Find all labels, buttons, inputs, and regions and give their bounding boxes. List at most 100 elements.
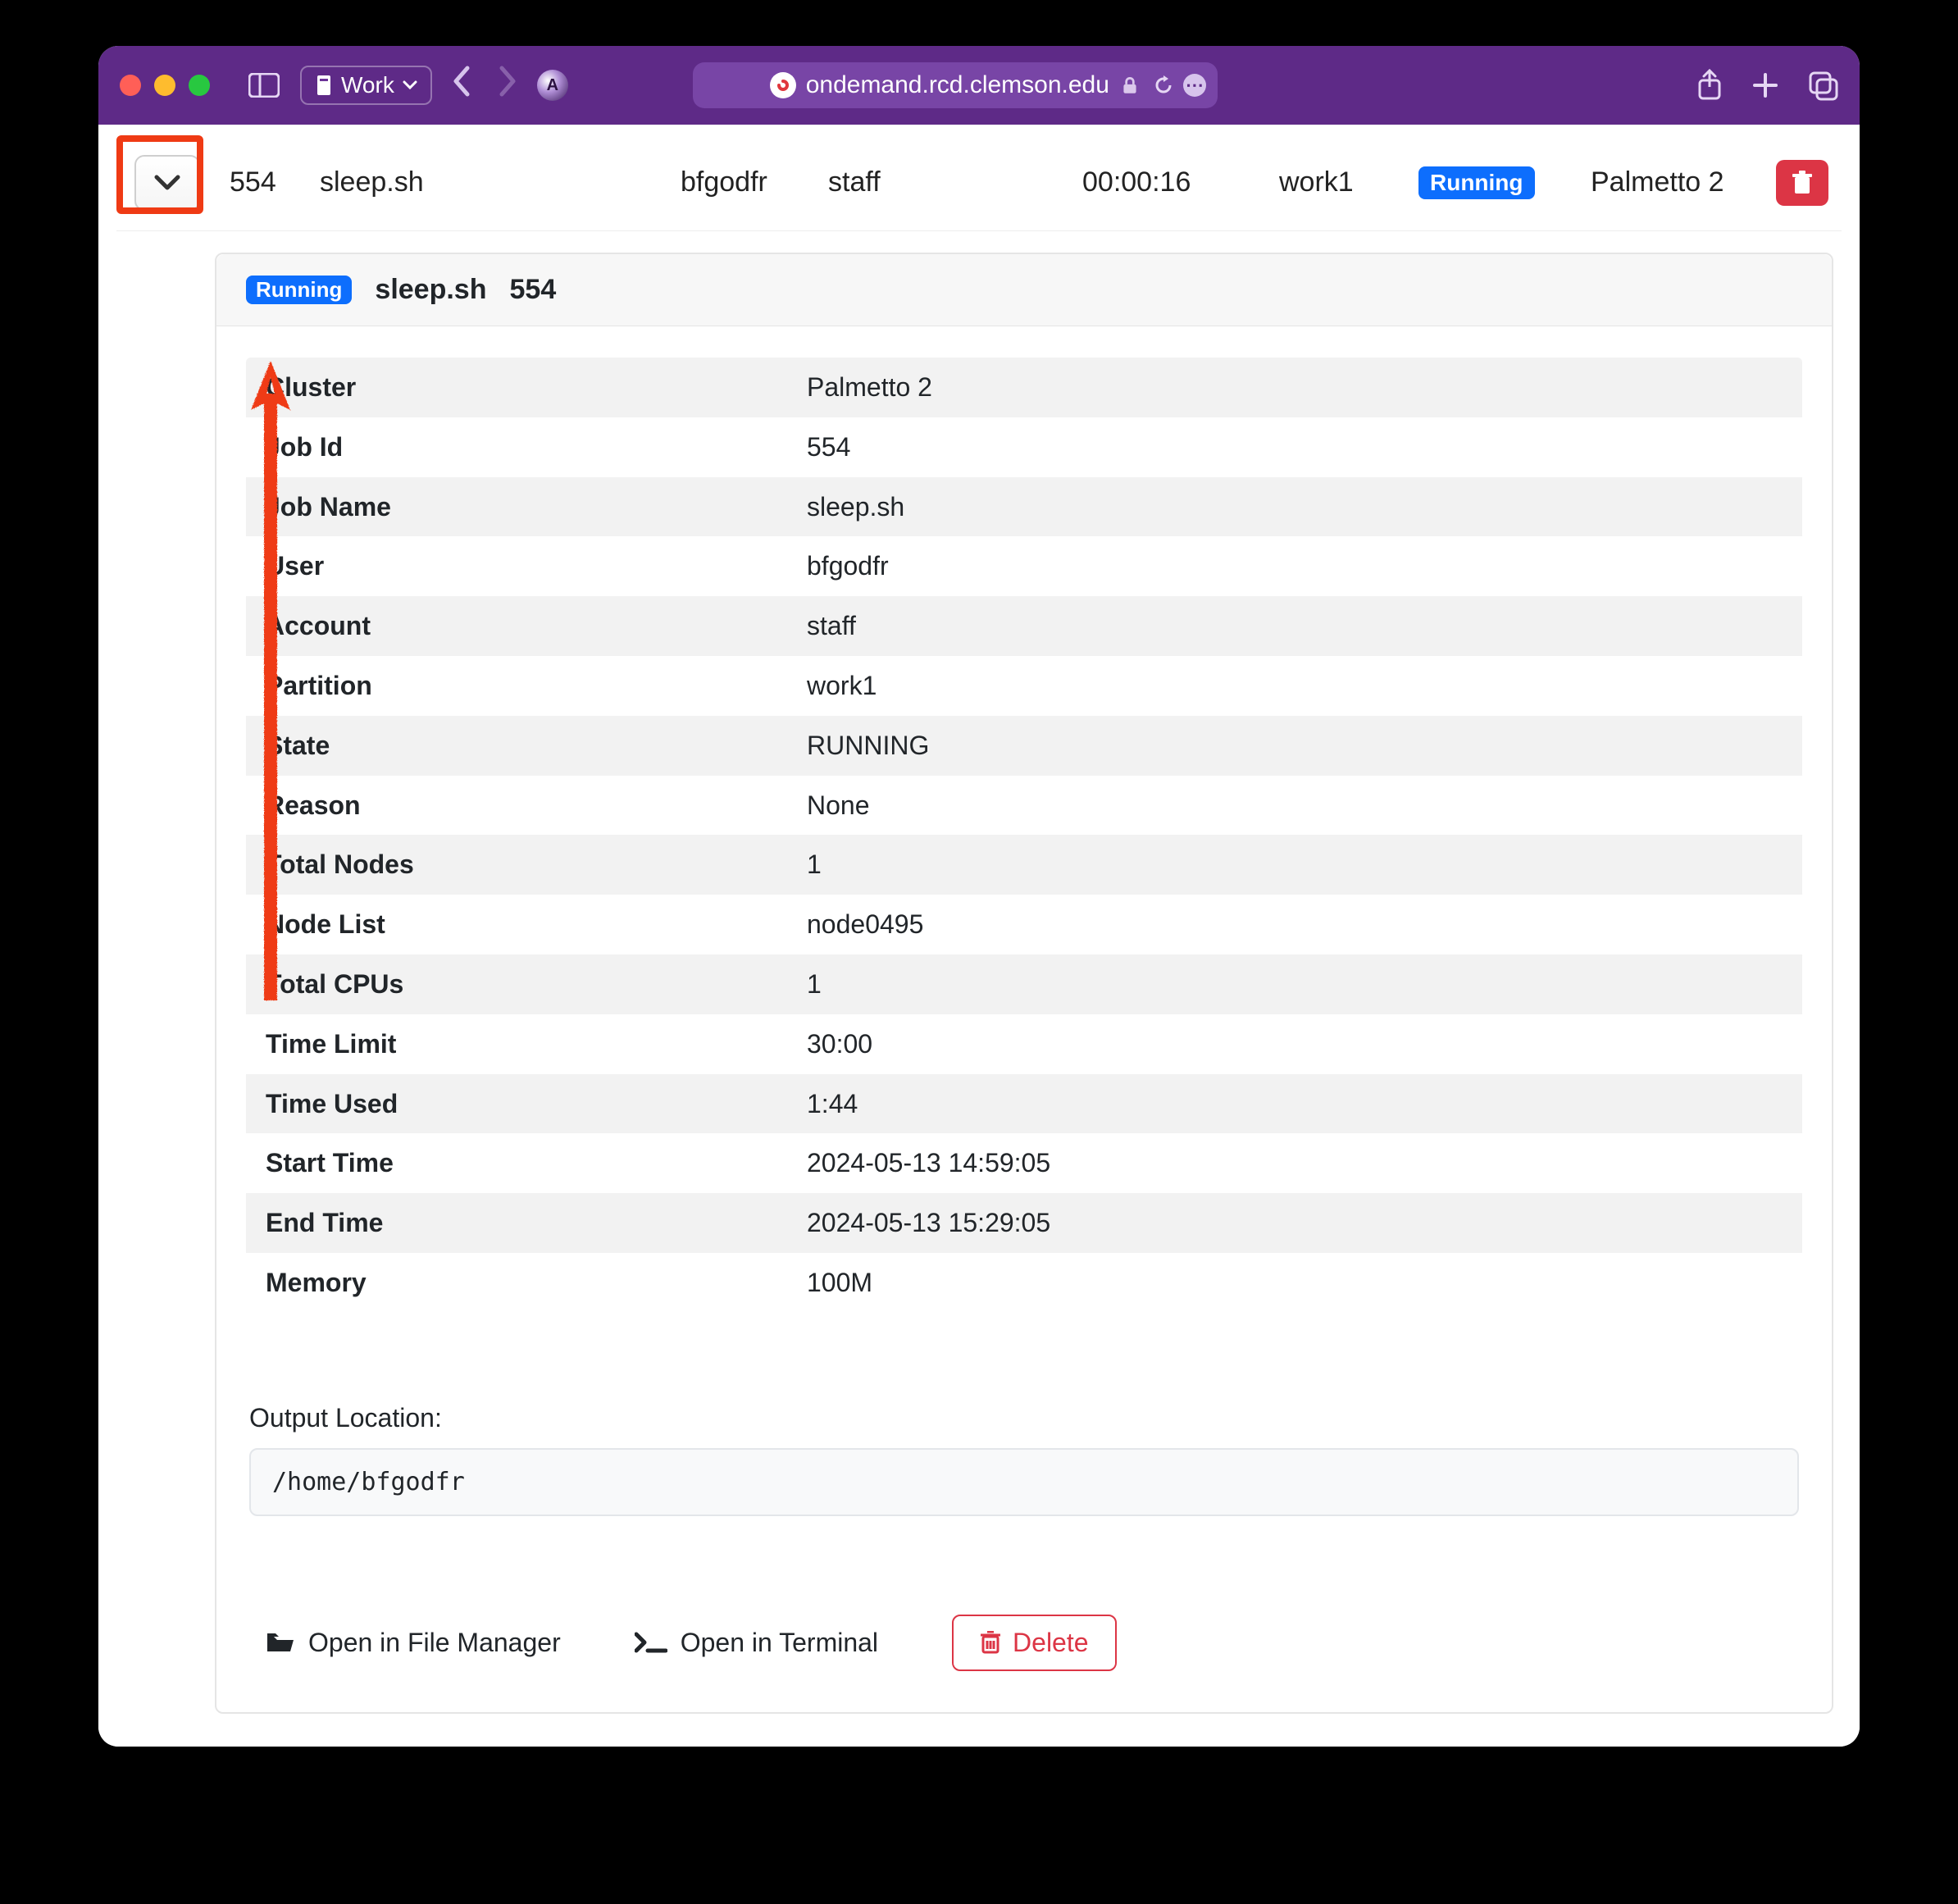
job-row: 554 sleep.sh bfgodfr staff 00:00:16 work… (116, 134, 1842, 231)
attr-value: None (787, 776, 1802, 836)
table-row: Total CPUs1 (246, 954, 1802, 1014)
attr-key: Reason (246, 776, 787, 836)
attr-value: sleep.sh (787, 477, 1802, 537)
output-location-label: Output Location: (249, 1403, 1799, 1433)
delete-job-button[interactable] (1776, 160, 1828, 206)
attr-key: State (246, 716, 787, 776)
tabs-overview-button[interactable] (1807, 70, 1838, 101)
delete-button-label: Delete (1013, 1628, 1089, 1658)
attr-value: 554 (787, 417, 1802, 477)
table-row: ReasonNone (246, 776, 1802, 836)
table-row: StateRUNNING (246, 716, 1802, 776)
trash-icon (980, 1631, 1001, 1654)
profile-selector[interactable]: Work (300, 66, 432, 105)
attr-key: Time Limit (246, 1014, 787, 1074)
sidebar-toggle-button[interactable] (241, 62, 287, 108)
attr-key: Total Nodes (246, 835, 787, 895)
attr-key: Time Used (246, 1074, 787, 1134)
job-partition-cell: work1 (1279, 166, 1402, 198)
attr-value: 1:44 (787, 1074, 1802, 1134)
browser-titlebar: Work A ondemand.rcd.clemson.edu ⋯ (98, 46, 1860, 125)
lock-icon (1119, 75, 1141, 96)
profile-label: Work (341, 72, 394, 98)
window-controls (120, 75, 210, 96)
attr-key: Memory (246, 1253, 787, 1313)
page-content: 554 sleep.sh bfgodfr staff 00:00:16 work… (98, 125, 1860, 1747)
table-row: Time Used1:44 (246, 1074, 1802, 1134)
browser-window: Work A ondemand.rcd.clemson.edu ⋯ (98, 46, 1860, 1747)
job-details-panel: Running sleep.sh 554 ClusterPalmetto 2Jo… (215, 253, 1833, 1714)
output-location-path: /home/bfgodfr (249, 1448, 1799, 1516)
open-file-manager-label: Open in File Manager (308, 1628, 561, 1658)
table-row: ClusterPalmetto 2 (246, 358, 1802, 417)
share-button[interactable] (1696, 69, 1723, 102)
minimize-window-button[interactable] (154, 75, 175, 96)
reload-icon[interactable] (1152, 74, 1175, 97)
table-row: End Time2024-05-13 15:29:05 (246, 1193, 1802, 1253)
table-row: Job Namesleep.sh (246, 477, 1802, 537)
address-text: ondemand.rcd.clemson.edu (806, 71, 1109, 99)
attr-key: Account (246, 596, 787, 656)
job-name-cell: sleep.sh (320, 166, 664, 198)
address-bar[interactable]: ondemand.rcd.clemson.edu ⋯ (693, 62, 1218, 108)
job-attributes-table: ClusterPalmetto 2Job Id554Job Namesleep.… (246, 358, 1802, 1313)
panel-job-id: 554 (510, 274, 557, 306)
attr-key: Node List (246, 895, 787, 954)
forward-button[interactable] (491, 65, 524, 107)
attr-value: node0495 (787, 895, 1802, 954)
table-row: Time Limit30:00 (246, 1014, 1802, 1074)
status-badge: Running (1418, 166, 1535, 199)
extension-icon[interactable]: A (537, 70, 568, 101)
trash-icon (1791, 171, 1814, 195)
table-row: Accountstaff (246, 596, 1802, 656)
table-row: Job Id554 (246, 417, 1802, 477)
table-row: Userbfgodfr (246, 536, 1802, 596)
attr-value: bfgodfr (787, 536, 1802, 596)
terminal-prompt-icon (635, 1631, 667, 1654)
attr-value: RUNNING (787, 716, 1802, 776)
panel-header: Running sleep.sh 554 (216, 254, 1832, 326)
attr-value: 2024-05-13 14:59:05 (787, 1133, 1802, 1193)
back-button[interactable] (445, 65, 478, 107)
close-window-button[interactable] (120, 75, 141, 96)
attr-key: Cluster (246, 358, 787, 417)
expand-row-button[interactable] (134, 155, 200, 211)
job-account-cell: staff (828, 166, 968, 198)
new-tab-button[interactable] (1751, 71, 1779, 99)
table-row: Node Listnode0495 (246, 895, 1802, 954)
job-status-cell: Running (1418, 166, 1574, 199)
chevron-down-icon (403, 80, 417, 90)
page-menu-icon[interactable]: ⋯ (1183, 74, 1206, 97)
folder-open-icon (266, 1630, 295, 1655)
attr-value: work1 (787, 656, 1802, 716)
status-badge: Running (246, 276, 352, 304)
panel-job-name: sleep.sh (375, 274, 486, 306)
job-user-cell: bfgodfr (681, 166, 812, 198)
attr-key: Partition (246, 656, 787, 716)
job-cluster-cell: Palmetto 2 (1591, 166, 1746, 199)
job-time-cell: 00:00:16 (1082, 166, 1263, 198)
attr-value: 2024-05-13 15:29:05 (787, 1193, 1802, 1253)
chevron-down-icon (153, 174, 181, 192)
open-terminal-label: Open in Terminal (681, 1628, 878, 1658)
open-file-manager-link[interactable]: Open in File Manager (266, 1628, 561, 1658)
attr-value: 1 (787, 835, 1802, 895)
table-row: Start Time2024-05-13 14:59:05 (246, 1133, 1802, 1193)
attr-key: Start Time (246, 1133, 787, 1193)
attr-key: User (246, 536, 787, 596)
attr-key: Total CPUs (246, 954, 787, 1014)
attr-key: Job Name (246, 477, 787, 537)
zoom-window-button[interactable] (189, 75, 210, 96)
job-id-cell: 554 (230, 166, 303, 198)
attr-value: 100M (787, 1253, 1802, 1313)
attr-key: End Time (246, 1193, 787, 1253)
table-row: Partitionwork1 (246, 656, 1802, 716)
profile-icon (315, 75, 333, 96)
attr-value: 30:00 (787, 1014, 1802, 1074)
table-row: Total Nodes1 (246, 835, 1802, 895)
table-row: Memory100M (246, 1253, 1802, 1313)
delete-button[interactable]: Delete (952, 1615, 1117, 1671)
attr-value: 1 (787, 954, 1802, 1014)
attr-value: Palmetto 2 (787, 358, 1802, 417)
open-terminal-link[interactable]: Open in Terminal (635, 1628, 878, 1658)
